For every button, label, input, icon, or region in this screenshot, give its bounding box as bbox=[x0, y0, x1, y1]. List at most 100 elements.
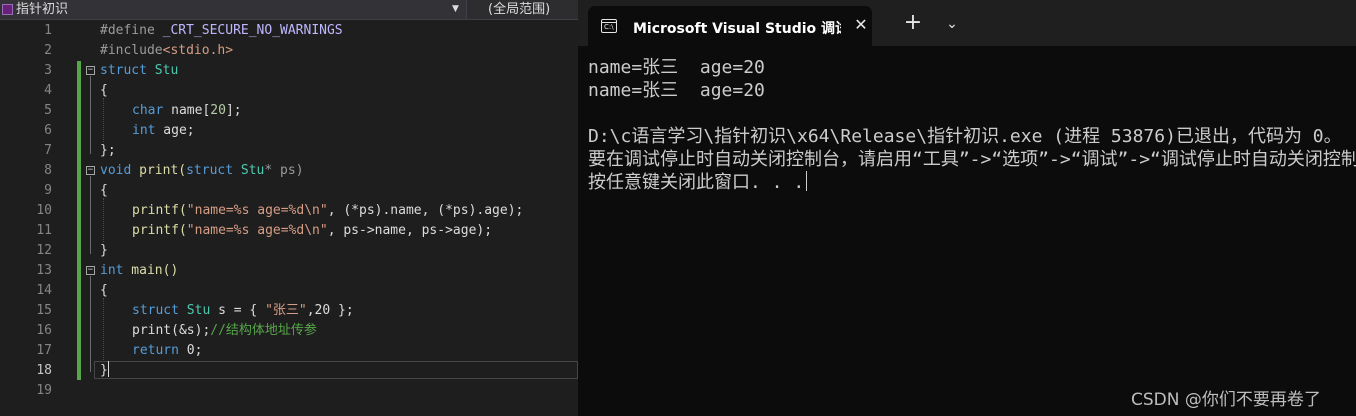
code-line[interactable]: #include<stdio.h> bbox=[100, 41, 233, 61]
brace-token: }; bbox=[100, 143, 116, 158]
code-line[interactable]: { bbox=[100, 81, 108, 101]
code-line[interactable]: printf("name=%s age=%d\n", ps->name, ps-… bbox=[132, 221, 492, 241]
function-token: print( bbox=[131, 163, 187, 178]
preprocessor-token: #include bbox=[100, 43, 163, 58]
type-token: Stu bbox=[178, 303, 211, 318]
function-token: main() bbox=[123, 263, 179, 278]
code-editor[interactable]: 指针初识 ▼ (全局范围) 1 2 3 4 5 6 7 8 9 10 11 12… bbox=[0, 0, 578, 416]
preprocessor-token: #define bbox=[100, 23, 163, 38]
debug-console-window[interactable]: C:\ Microsoft Visual Studio 调试控制台 ✕ + ⌄ … bbox=[578, 0, 1356, 416]
function-token: printf( bbox=[132, 203, 187, 218]
indent-guide bbox=[103, 298, 104, 362]
terminal-titlebar[interactable]: C:\ Microsoft Visual Studio 调试控制台 ✕ + ⌄ bbox=[578, 0, 1356, 46]
tab-title: Microsoft Visual Studio 调试控制台 bbox=[633, 21, 841, 37]
change-tracking-bar bbox=[77, 61, 81, 380]
code-line[interactable]: char name[20]; bbox=[132, 101, 242, 121]
brace-token: } bbox=[100, 243, 108, 258]
new-tab-button[interactable]: + bbox=[903, 12, 923, 34]
code-line[interactable]: }; bbox=[100, 141, 116, 161]
keyword-token: return bbox=[132, 343, 179, 358]
console-line-prompt: 按任意键关闭此窗口. . . bbox=[588, 171, 808, 194]
console-output[interactable]: name=张三 age=20 name=张三 age=20 D:\c语言学习\指… bbox=[588, 56, 1356, 396]
code-line[interactable]: } bbox=[100, 361, 109, 381]
line-number: 15 bbox=[36, 303, 52, 318]
keyword-token: struct bbox=[132, 303, 179, 318]
watermark: CSDN @你们不要再卷了 bbox=[1131, 390, 1321, 410]
console-line: D:\c语言学习\指针初识\x64\Release\指针初识.exe (进程 5… bbox=[588, 126, 1342, 147]
code-line[interactable]: print(&s);//结构体地址传参 bbox=[132, 321, 317, 341]
keyword-token: int bbox=[132, 123, 156, 138]
brace-token: } bbox=[100, 363, 108, 378]
text-caret bbox=[107, 361, 109, 377]
code-line[interactable]: } bbox=[100, 241, 108, 261]
type-token: Stu bbox=[146, 63, 179, 78]
dropdown-caret-icon[interactable]: ▼ bbox=[452, 2, 459, 17]
code-line[interactable]: struct Stu bbox=[100, 61, 178, 81]
project-icon bbox=[2, 4, 13, 15]
navigation-bar: 指针初识 ▼ (全局范围) bbox=[0, 0, 578, 20]
line-number: 14 bbox=[36, 283, 52, 298]
punct-token: ,20 }; bbox=[306, 303, 354, 318]
string-token: "张三" bbox=[265, 303, 307, 318]
console-line: name=张三 age=20 bbox=[588, 80, 765, 101]
current-line-highlight bbox=[94, 361, 578, 379]
line-number: 13 bbox=[36, 263, 52, 278]
close-icon[interactable]: ✕ bbox=[852, 16, 870, 34]
keyword-token: struct bbox=[100, 63, 147, 78]
identifier-token: age; bbox=[155, 123, 195, 138]
function-token: printf( bbox=[132, 223, 187, 238]
outline-line bbox=[90, 176, 91, 254]
identifier-token: s = { bbox=[210, 303, 266, 318]
string-token: "name=%s age=%d\n" bbox=[186, 223, 328, 238]
collapse-toggle-icon[interactable]: − bbox=[86, 266, 95, 275]
keyword-token: int bbox=[100, 263, 124, 278]
line-number: 1 bbox=[44, 23, 52, 38]
line-number: 4 bbox=[44, 83, 52, 98]
line-number-current: 18 bbox=[36, 363, 52, 378]
brace-token: { bbox=[100, 83, 108, 98]
outline-line bbox=[90, 276, 91, 372]
include-path: <stdio.h> bbox=[162, 43, 234, 58]
code-line[interactable]: return 0; bbox=[132, 341, 202, 361]
param-token: * ps) bbox=[264, 163, 304, 178]
line-number: 12 bbox=[36, 243, 52, 258]
code-line[interactable]: int age; bbox=[132, 121, 195, 141]
console-icon-glyph: C:\ bbox=[604, 23, 614, 31]
code-line[interactable]: { bbox=[100, 281, 108, 301]
collapse-toggle-icon[interactable]: − bbox=[86, 166, 95, 175]
console-line: 要在调试停止时自动关闭控制台，请启用“工具”->“选项”->“调试”->“调试停… bbox=[588, 149, 1356, 170]
brace-token: { bbox=[100, 183, 108, 198]
code-line[interactable]: int main() bbox=[100, 261, 178, 281]
line-number: 8 bbox=[44, 163, 52, 178]
line-number: 19 bbox=[36, 383, 52, 398]
editor-margin bbox=[0, 20, 12, 416]
code-line[interactable]: void print(struct Stu* ps) bbox=[100, 161, 304, 181]
code-line[interactable]: struct Stu s = { "张三",20 }; bbox=[132, 301, 354, 321]
string-token: "name=%s age=%d\n" bbox=[186, 203, 328, 218]
keyword-token: char bbox=[132, 103, 164, 118]
code-line[interactable]: printf("name=%s age=%d\n", (*ps).name, (… bbox=[132, 201, 523, 221]
console-line: name=张三 age=20 bbox=[588, 57, 765, 78]
line-number: 11 bbox=[36, 223, 52, 238]
terminal-tab[interactable]: C:\ Microsoft Visual Studio 调试控制台 ✕ bbox=[588, 6, 872, 46]
code-line[interactable]: #define _CRT_SECURE_NO_WARNINGS bbox=[100, 21, 343, 41]
project-scope-label: 指针初识 bbox=[16, 2, 69, 17]
args-token: , (*ps).name, (*ps).age); bbox=[327, 203, 524, 218]
line-number: 7 bbox=[44, 143, 52, 158]
identifier-token: name[ bbox=[163, 103, 211, 118]
project-scope-dropdown[interactable]: 指针初识 ▼ bbox=[0, 0, 467, 19]
keyword-token: struct bbox=[186, 163, 234, 178]
chevron-down-icon[interactable]: ⌄ bbox=[942, 14, 962, 34]
line-number: 17 bbox=[36, 343, 52, 358]
line-number: 6 bbox=[44, 123, 52, 138]
line-number: 16 bbox=[36, 323, 52, 338]
line-number: 9 bbox=[44, 183, 52, 198]
console-cursor bbox=[806, 171, 808, 191]
console-line: 按任意键关闭此窗口. . . bbox=[588, 172, 805, 193]
code-line[interactable]: { bbox=[100, 181, 108, 201]
indent-guide bbox=[103, 198, 104, 242]
number-token: 20 bbox=[210, 103, 226, 118]
global-scope-dropdown[interactable]: (全局范围) bbox=[488, 1, 578, 18]
collapse-toggle-icon[interactable]: − bbox=[86, 66, 95, 75]
console-icon: C:\ bbox=[601, 19, 617, 33]
